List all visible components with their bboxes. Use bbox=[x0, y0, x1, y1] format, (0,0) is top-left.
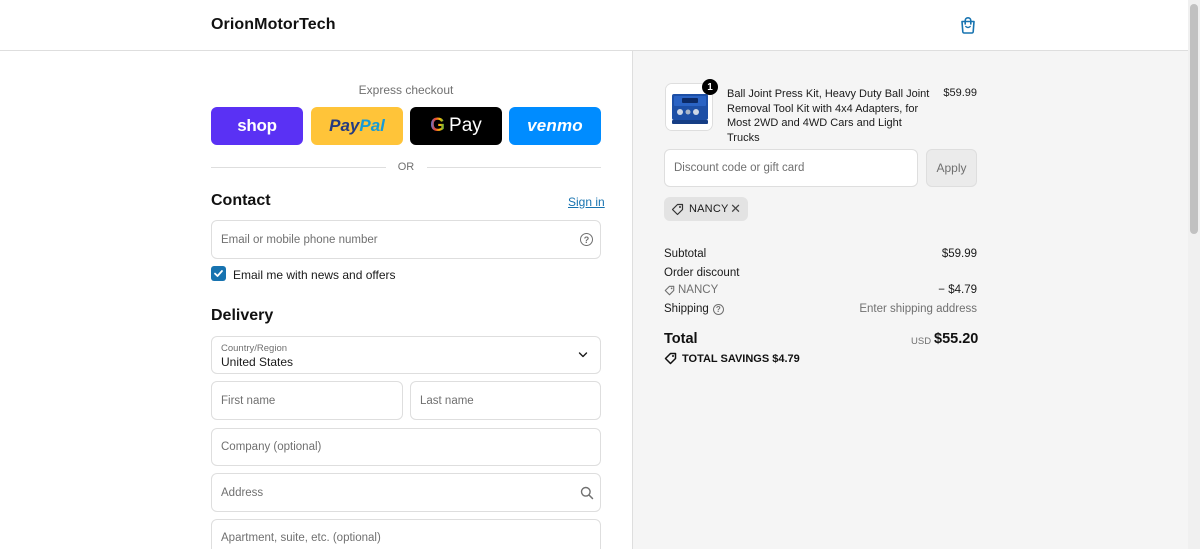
quantity-badge: 1 bbox=[702, 79, 718, 95]
company-placeholder: Company (optional) bbox=[221, 441, 322, 453]
page-scrollbar[interactable] bbox=[1188, 0, 1200, 549]
shop-pay-label: shop bbox=[237, 116, 277, 135]
help-circle-icon[interactable]: ? bbox=[580, 233, 593, 246]
discount-code-line: NANCY bbox=[664, 284, 718, 296]
applied-discount-chip: NANCY ✕ bbox=[664, 197, 748, 221]
venmo-label: venmo bbox=[527, 116, 583, 135]
total-savings: TOTAL SAVINGS $4.79 bbox=[664, 352, 800, 365]
divider-left bbox=[211, 167, 386, 168]
google-pay-button[interactable]: G Pay bbox=[410, 107, 502, 145]
address-placeholder: Address bbox=[221, 487, 264, 499]
paypal-label-pal: Pal bbox=[359, 116, 385, 135]
product-name: Ball Joint Press Kit, Heavy Duty Ball Jo… bbox=[727, 88, 930, 144]
newsletter-label: Email me with news and offers bbox=[233, 268, 396, 282]
company-field[interactable]: Company (optional) bbox=[211, 428, 601, 466]
last-name-placeholder: Last name bbox=[420, 395, 474, 407]
discount-amount: − $4.79 bbox=[938, 284, 977, 296]
discount-code-text: NANCY bbox=[678, 284, 719, 296]
chevron-down-icon bbox=[578, 352, 588, 358]
email-field[interactable]: Email or mobile phone number ? bbox=[211, 220, 601, 259]
total-label: Total bbox=[664, 331, 698, 347]
first-name-field[interactable]: First name bbox=[211, 381, 403, 420]
discount-code-row: NANCY − $4.79 bbox=[664, 284, 977, 299]
shipping-value: Enter shipping address bbox=[859, 303, 977, 315]
scrollbar-thumb[interactable] bbox=[1190, 4, 1198, 234]
venmo-button[interactable]: venmo bbox=[509, 107, 601, 145]
first-name-placeholder: First name bbox=[221, 395, 276, 407]
remove-discount-close-icon[interactable]: ✕ bbox=[730, 202, 741, 216]
express-checkout-label: Express checkout bbox=[358, 83, 454, 97]
subtotal-label: Subtotal bbox=[664, 248, 707, 260]
paypal-button[interactable]: Pay Pal bbox=[311, 107, 403, 145]
discount-code-input[interactable]: Discount code or gift card bbox=[664, 149, 918, 187]
total-savings-text: TOTAL SAVINGS $4.79 bbox=[682, 352, 800, 365]
apartment-placeholder: Apartment, suite, etc. (optional) bbox=[221, 532, 381, 544]
tag-icon bbox=[671, 203, 684, 215]
site-header: OrionMotorTech bbox=[0, 0, 1188, 51]
sign-in-link[interactable]: Sign in bbox=[568, 195, 605, 209]
order-discount-row: Order discount bbox=[664, 267, 977, 279]
subtotal-value: $59.99 bbox=[941, 248, 977, 260]
shipping-label-group: Shipping ? bbox=[664, 303, 724, 315]
tag-icon bbox=[664, 352, 677, 365]
shipping-label: Shipping bbox=[664, 303, 709, 315]
contact-heading: Contact bbox=[211, 192, 271, 209]
address-field[interactable]: Address bbox=[211, 473, 601, 512]
tag-icon bbox=[664, 285, 675, 295]
shop-pay-button[interactable]: shop bbox=[211, 107, 303, 145]
country-select-label: Country/Region bbox=[221, 343, 288, 354]
last-name-field[interactable]: Last name bbox=[410, 381, 601, 420]
country-select-value: United States bbox=[221, 355, 294, 369]
product-price: $59.99 bbox=[943, 87, 977, 99]
or-divider-text: OR bbox=[397, 161, 415, 173]
search-icon bbox=[580, 486, 594, 500]
divider-right bbox=[427, 167, 601, 168]
country-select[interactable]: Country/Region United States bbox=[211, 336, 601, 374]
google-g-icon: G bbox=[430, 115, 446, 136]
newsletter-checkbox[interactable] bbox=[211, 266, 226, 281]
paypal-label-pay: Pay bbox=[329, 116, 360, 135]
total-value: $55.20 bbox=[934, 331, 979, 347]
google-pay-label: Pay bbox=[449, 115, 482, 136]
total-currency: USD bbox=[911, 336, 932, 347]
apply-discount-button[interactable]: Apply bbox=[926, 149, 977, 187]
checkmark-icon bbox=[214, 270, 223, 277]
subtotal-row: Subtotal $59.99 bbox=[664, 248, 977, 260]
apartment-field[interactable]: Apartment, suite, etc. (optional) bbox=[211, 519, 601, 549]
order-discount-label: Order discount bbox=[664, 267, 740, 279]
help-circle-icon[interactable]: ? bbox=[712, 303, 724, 315]
email-placeholder: Email or mobile phone number bbox=[221, 234, 378, 246]
delivery-heading: Delivery bbox=[211, 307, 274, 324]
store-brand[interactable]: OrionMotorTech bbox=[211, 16, 336, 34]
applied-discount-code: NANCY bbox=[689, 203, 729, 215]
discount-placeholder: Discount code or gift card bbox=[674, 162, 805, 174]
shopping-bag-icon[interactable] bbox=[958, 15, 978, 35]
shipping-row: Shipping ? Enter shipping address bbox=[664, 303, 977, 315]
